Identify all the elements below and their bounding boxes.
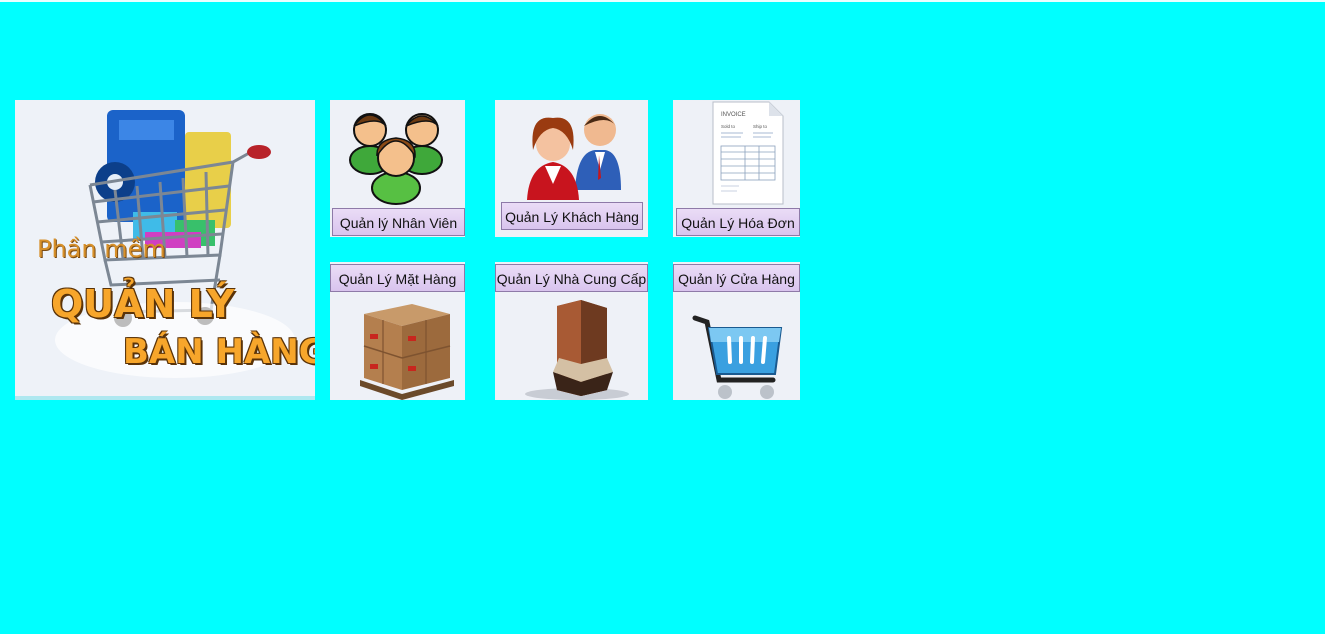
top-border bbox=[0, 0, 1325, 2]
store-management-button[interactable]: Quản lý Cửa Hàng bbox=[673, 262, 800, 400]
app-logo: Phần mềm QUẢN LÝ BÁN HÀNG bbox=[15, 100, 315, 400]
boxes-icon bbox=[360, 304, 454, 400]
supplier-management-button[interactable]: Quản Lý Nhà Cung Cấp bbox=[495, 262, 648, 400]
warehouse-icon bbox=[525, 300, 629, 400]
invoice-management-label: Quản Lý Hóa Đơn bbox=[676, 208, 800, 236]
logo-title-line1: QUẢN LÝ bbox=[51, 282, 235, 326]
shopping-basket-icon bbox=[692, 315, 783, 399]
invoice-management-button[interactable]: INVOICE Sold to Ship to Quản Lý Hóa Đơn bbox=[673, 100, 800, 237]
invoice-sold-to: Sold to bbox=[721, 124, 736, 129]
invoice-ship-to: Ship to bbox=[753, 124, 768, 129]
logo-title-line2: BÁN HÀNG bbox=[123, 332, 315, 372]
logo-subtitle: Phần mềm bbox=[37, 235, 166, 263]
product-management-button[interactable]: Quản Lý Mặt Hàng bbox=[330, 262, 465, 400]
customer-management-button[interactable]: Quản Lý Khách Hàng bbox=[495, 100, 648, 237]
employee-management-label: Quản lý Nhân Viên bbox=[332, 208, 465, 236]
logo-bottom-strip bbox=[15, 396, 315, 400]
customer-management-label: Quản Lý Khách Hàng bbox=[501, 202, 643, 230]
employee-management-button[interactable]: Quản lý Nhân Viên bbox=[330, 100, 465, 237]
invoice-heading: INVOICE bbox=[721, 112, 746, 118]
